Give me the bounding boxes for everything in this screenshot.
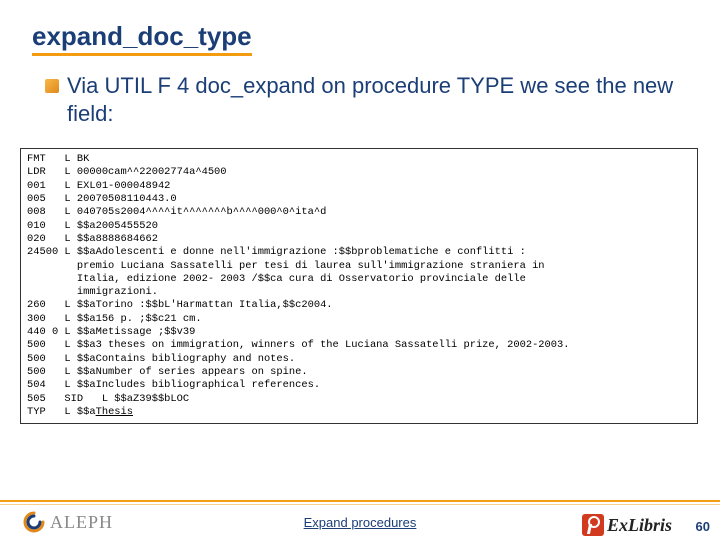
page-number: 60 [696, 519, 710, 534]
slide-title: expand_doc_type [32, 22, 252, 56]
code-box: FMT L BK LDR L 00000cam^^22002774a^4500 … [20, 148, 698, 424]
bullet-icon [45, 79, 59, 93]
code-lines: FMT L BK LDR L 00000cam^^22002774a^4500 … [27, 153, 569, 405]
exlibris-icon [582, 514, 604, 536]
code-last-underlined: Thesis [96, 406, 133, 418]
code-content: FMT L BK LDR L 00000cam^^22002774a^4500 … [27, 153, 691, 419]
code-last-prefix: TYP L $$a [27, 406, 96, 418]
exlibris-logo: ExLibris [582, 514, 672, 536]
footer: ALEPH Expand procedures ExLibris 60 [0, 500, 720, 540]
slide: expand_doc_type Via UTIL F 4 doc_expand … [0, 0, 720, 540]
exlibris-text: ExLibris [607, 515, 672, 536]
bullet-row: Via UTIL F 4 doc_expand on procedure TYP… [45, 72, 690, 127]
bullet-text: Via UTIL F 4 doc_expand on procedure TYP… [67, 72, 690, 127]
